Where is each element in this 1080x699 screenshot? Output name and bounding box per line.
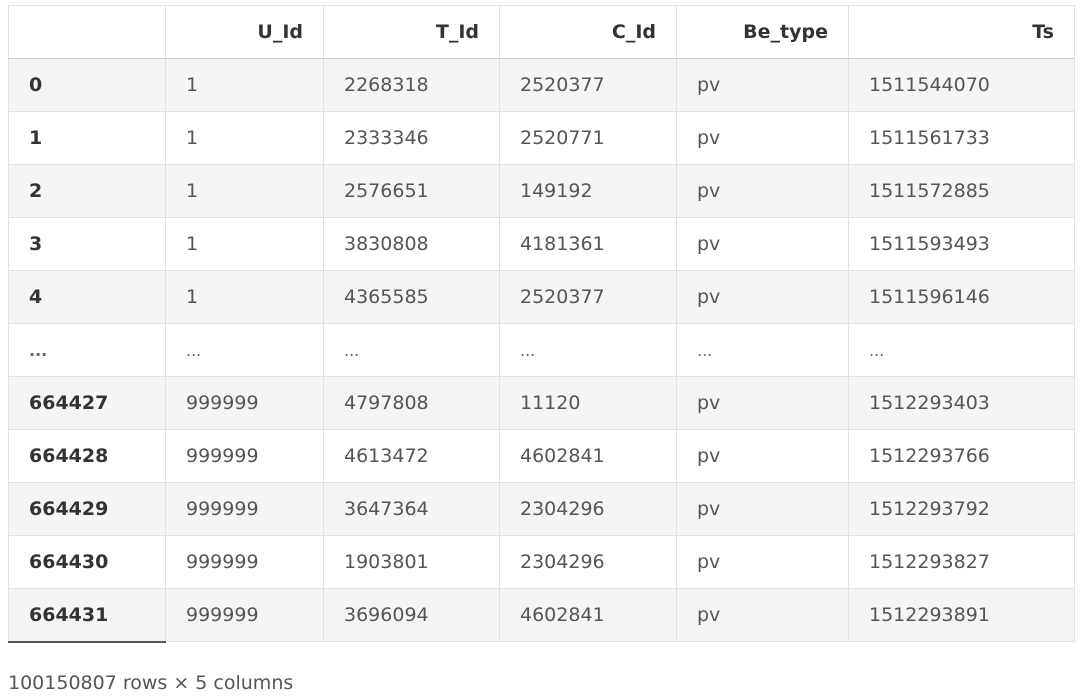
dataframe-output: U_Id T_Id C_Id Be_type Ts 0 1 2268318 25… xyxy=(8,5,1075,643)
cell-t-id: 3830808 xyxy=(323,217,500,271)
cell-ts: 1512293891 xyxy=(848,588,1075,642)
header-row: U_Id T_Id C_Id Be_type Ts xyxy=(8,5,1075,59)
cell-u-id: 999999 xyxy=(165,535,324,589)
table-row: 664431 999999 3696094 4602841 pv 1512293… xyxy=(8,588,1075,643)
row-index: ... xyxy=(8,323,166,377)
row-index: 3 xyxy=(8,217,166,271)
cell-ts: ... xyxy=(848,323,1075,377)
table-row: 664430 999999 1903801 2304296 pv 1512293… xyxy=(8,535,1075,589)
cell-t-id: ... xyxy=(323,323,500,377)
row-index: 1 xyxy=(8,111,166,165)
cell-t-id: 1903801 xyxy=(323,535,500,589)
cell-ts: 1511561733 xyxy=(848,111,1075,165)
cell-be-type: pv xyxy=(676,270,849,324)
cell-c-id: 4181361 xyxy=(499,217,677,271)
cell-ts: 1511596146 xyxy=(848,270,1075,324)
cell-be-type: pv xyxy=(676,429,849,483)
cell-c-id: 149192 xyxy=(499,164,677,218)
cell-be-type: pv xyxy=(676,111,849,165)
cell-c-id: 2304296 xyxy=(499,482,677,536)
ellipsis-row: ... ... ... ... ... ... xyxy=(8,323,1075,377)
dataframe-table: U_Id T_Id C_Id Be_type Ts 0 1 2268318 25… xyxy=(8,5,1075,643)
cell-c-id: 2304296 xyxy=(499,535,677,589)
row-index: 664427 xyxy=(8,376,166,430)
cell-ts: 1512293827 xyxy=(848,535,1075,589)
cell-u-id: 999999 xyxy=(165,588,324,642)
table-row: 664428 999999 4613472 4602841 pv 1512293… xyxy=(8,429,1075,483)
cell-u-id: 1 xyxy=(165,58,324,112)
table-row: 2 1 2576651 149192 pv 1511572885 xyxy=(8,164,1075,218)
cell-t-id: 4613472 xyxy=(323,429,500,483)
column-header-be-type: Be_type xyxy=(676,5,849,59)
cell-t-id: 4797808 xyxy=(323,376,500,430)
cell-c-id: 11120 xyxy=(499,376,677,430)
cell-u-id: 1 xyxy=(165,217,324,271)
cell-c-id: 4602841 xyxy=(499,588,677,642)
index-header xyxy=(8,5,166,59)
cell-t-id: 3647364 xyxy=(323,482,500,536)
cell-be-type: pv xyxy=(676,376,849,430)
cell-u-id: 999999 xyxy=(165,376,324,430)
shape-summary: 100150807 rows × 5 columns xyxy=(8,672,294,694)
row-index: 664428 xyxy=(8,429,166,483)
row-index: 4 xyxy=(8,270,166,324)
cell-u-id: 1 xyxy=(165,270,324,324)
cell-u-id: ... xyxy=(165,323,324,377)
cell-c-id: 2520377 xyxy=(499,58,677,112)
cell-be-type: pv xyxy=(676,217,849,271)
cell-t-id: 2268318 xyxy=(323,58,500,112)
cell-u-id: 999999 xyxy=(165,429,324,483)
row-index: 0 xyxy=(8,58,166,112)
cell-u-id: 999999 xyxy=(165,482,324,536)
cell-be-type: pv xyxy=(676,482,849,536)
cell-be-type: pv xyxy=(676,588,849,642)
table-row: 1 1 2333346 2520771 pv 1511561733 xyxy=(8,111,1075,165)
column-header-t-id: T_Id xyxy=(323,5,500,59)
column-header-ts: Ts xyxy=(848,5,1075,59)
cell-t-id: 3696094 xyxy=(323,588,500,642)
cell-t-id: 2576651 xyxy=(323,164,500,218)
column-header-u-id: U_Id xyxy=(165,5,324,59)
cell-ts: 1512293403 xyxy=(848,376,1075,430)
cell-ts: 1512293766 xyxy=(848,429,1075,483)
cell-ts: 1511593493 xyxy=(848,217,1075,271)
cell-u-id: 1 xyxy=(165,164,324,218)
table-row: 4 1 4365585 2520377 pv 1511596146 xyxy=(8,270,1075,324)
cell-t-id: 2333346 xyxy=(323,111,500,165)
cell-ts: 1511544070 xyxy=(848,58,1075,112)
cell-be-type: pv xyxy=(676,164,849,218)
cell-ts: 1512293792 xyxy=(848,482,1075,536)
table-row: 664429 999999 3647364 2304296 pv 1512293… xyxy=(8,482,1075,536)
column-header-c-id: C_Id xyxy=(499,5,677,59)
cell-c-id: 2520377 xyxy=(499,270,677,324)
row-index: 664430 xyxy=(8,535,166,589)
cell-u-id: 1 xyxy=(165,111,324,165)
cell-c-id: 4602841 xyxy=(499,429,677,483)
cell-t-id: 4365585 xyxy=(323,270,500,324)
row-index: 2 xyxy=(8,164,166,218)
table-row: 0 1 2268318 2520377 pv 1511544070 xyxy=(8,58,1075,112)
cell-be-type: pv xyxy=(676,58,849,112)
cell-be-type: ... xyxy=(676,323,849,377)
table-row: 664427 999999 4797808 11120 pv 151229340… xyxy=(8,376,1075,430)
cell-c-id: 2520771 xyxy=(499,111,677,165)
cell-be-type: pv xyxy=(676,535,849,589)
table-row: 3 1 3830808 4181361 pv 1511593493 xyxy=(8,217,1075,271)
cell-ts: 1511572885 xyxy=(848,164,1075,218)
row-index: 664429 xyxy=(8,482,166,536)
cell-c-id: ... xyxy=(499,323,677,377)
row-index: 664431 xyxy=(8,588,166,643)
